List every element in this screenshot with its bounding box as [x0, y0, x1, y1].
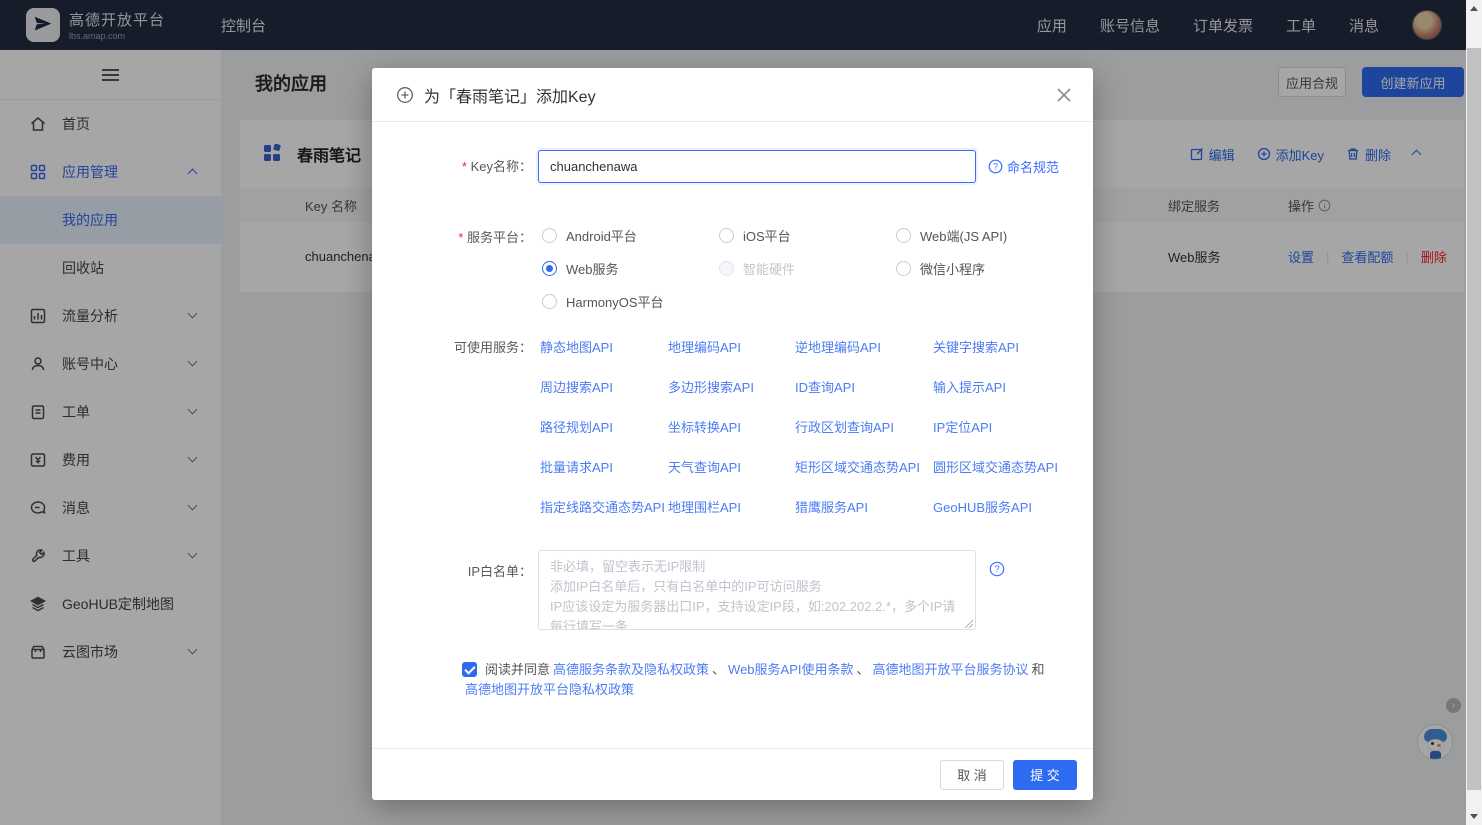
service-link[interactable]: 地理围栏API [668, 498, 795, 518]
modal-title: 为「春雨笔记」添加Key [424, 88, 596, 106]
svg-text:?: ? [994, 564, 999, 575]
service-link[interactable]: 矩形区域交通态势API [795, 458, 933, 478]
services-links: 静态地图API 地理编码API 逆地理编码API 关键字搜索API 周边搜索AP… [540, 338, 1063, 518]
service-link[interactable]: ID查询API [795, 378, 933, 398]
service-link[interactable]: 天气查询API [668, 458, 795, 478]
question-circle-icon: ? [988, 159, 1003, 174]
service-link[interactable]: GeoHUB服务API [933, 498, 1063, 518]
agreement-row: 阅读并同意 高德服务条款及隐私权政策、 Web服务API使用条款、高德地图开放平台服… [462, 660, 1054, 700]
add-key-modal: 为「春雨笔记」添加Key Key名称： ? 命名规范 服务平台： Android… [372, 68, 1093, 800]
radio-smart-hardware: 智能硬件 [719, 258, 896, 278]
service-link[interactable]: IP定位API [933, 418, 1063, 438]
svg-text:?: ? [993, 162, 998, 172]
ip-whitelist-textarea[interactable] [538, 550, 976, 630]
radio-checked-icon [542, 260, 557, 276]
service-link[interactable]: 指定线路交通态势API [540, 498, 668, 518]
terms-link[interactable]: 高德服务条款及隐私权政策 [553, 662, 709, 677]
radio-web-service[interactable]: Web服务 [542, 258, 719, 278]
radio-harmonyos[interactable]: HarmonyOS平台 [542, 291, 719, 311]
scrollbar[interactable] [1466, 0, 1482, 825]
agreement-prefix: 阅读并同意 [485, 662, 551, 677]
platform-label: 服务平台： [372, 228, 532, 248]
radio-ios[interactable]: iOS平台 [719, 225, 896, 245]
scrollbar-up-arrow[interactable] [1470, 6, 1478, 11]
naming-rules-link[interactable]: ? 命名规范 [988, 157, 1059, 176]
service-link[interactable]: 行政区划查询API [795, 418, 933, 438]
service-link[interactable]: 周边搜索API [540, 378, 668, 398]
submit-button[interactable]: 提 交 [1013, 759, 1077, 790]
service-link[interactable]: 关键字搜索API [933, 338, 1063, 358]
service-link[interactable]: 地理编码API [668, 338, 795, 358]
service-link[interactable]: 输入提示API [933, 378, 1063, 398]
radio-android[interactable]: Android平台 [542, 225, 719, 245]
service-link[interactable]: 猎鹰服务API [795, 498, 933, 518]
radio-icon [719, 227, 734, 243]
plus-circle-icon [397, 86, 413, 103]
radio-icon [896, 227, 911, 243]
close-icon[interactable] [1055, 86, 1073, 104]
service-link[interactable]: 逆地理编码API [795, 338, 933, 358]
radio-icon [896, 260, 911, 276]
scrollbar-down-arrow[interactable] [1470, 814, 1478, 819]
service-link[interactable]: 静态地图API [540, 338, 668, 358]
key-name-label: Key名称： [372, 157, 532, 177]
ip-help-icon[interactable]: ? [989, 561, 1005, 580]
radio-icon [542, 227, 557, 243]
key-name-input[interactable] [538, 150, 976, 183]
service-link[interactable]: 圆形区域交通态势API [933, 458, 1063, 478]
agreement-checkbox-checked[interactable] [462, 662, 477, 677]
privacy-policy-link[interactable]: 高德地图开放平台隐私权政策 [465, 682, 634, 697]
services-label: 可使用服务： [453, 340, 532, 355]
radio-disabled-icon [719, 260, 734, 276]
platform-radio-group: Android平台 iOS平台 Web端(JS API) Web服务 智能硬件 … [542, 225, 1073, 311]
service-link[interactable]: 批量请求API [540, 458, 668, 478]
cancel-button[interactable]: 取 消 [940, 759, 1004, 790]
service-link[interactable]: 坐标转换API [668, 418, 795, 438]
service-link[interactable]: 路径规划API [540, 418, 668, 438]
radio-wechat-miniprogram[interactable]: 微信小程序 [896, 258, 1073, 278]
webapi-terms-link[interactable]: Web服务API使用条款 [728, 662, 853, 677]
ip-whitelist-label: IP白名单： [467, 564, 532, 579]
platform-agreement-link[interactable]: 高德地图开放平台服务协议 [873, 662, 1029, 677]
radio-web-jsapi[interactable]: Web端(JS API) [896, 225, 1073, 245]
scrollbar-thumb[interactable] [1467, 48, 1481, 790]
service-link[interactable]: 多边形搜索API [668, 378, 795, 398]
radio-icon [542, 293, 557, 309]
